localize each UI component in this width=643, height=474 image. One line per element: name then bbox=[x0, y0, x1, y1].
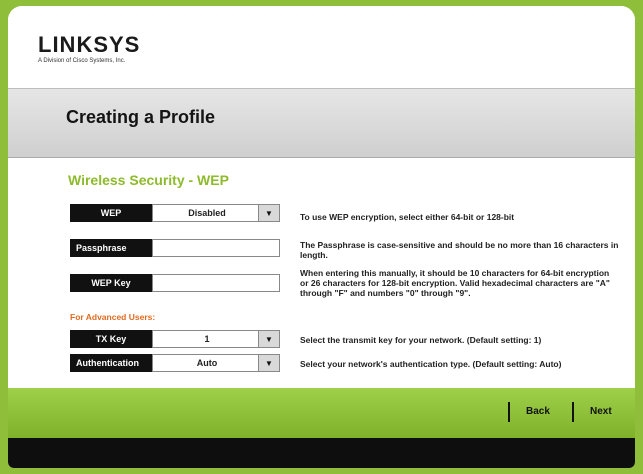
authentication-label: Authentication bbox=[70, 354, 152, 372]
passphrase-label: Passphrase bbox=[70, 239, 152, 257]
tx-key-help: Select the transmit key for your network… bbox=[300, 335, 542, 345]
nav-divider bbox=[572, 402, 574, 422]
passphrase-help: The Passphrase is case-sensitive and sho… bbox=[300, 240, 619, 260]
wizard-window: LINKSYS A Division of Cisco Systems, Inc… bbox=[8, 6, 635, 468]
tx-key-value: 1 bbox=[204, 334, 210, 344]
passphrase-input[interactable] bbox=[152, 239, 280, 257]
authentication-help: Select your network's authentication typ… bbox=[300, 359, 562, 369]
authentication-value: Auto bbox=[196, 358, 218, 368]
wep-key-input[interactable] bbox=[152, 274, 280, 292]
logo-area: LINKSYS A Division of Cisco Systems, Inc… bbox=[8, 6, 635, 88]
chevron-down-icon[interactable]: ▼ bbox=[258, 355, 279, 371]
wep-label: WEP bbox=[70, 204, 152, 222]
page-title: Creating a Profile bbox=[66, 107, 216, 127]
back-button[interactable]: Back bbox=[526, 406, 550, 417]
bottom-bar: Back Next bbox=[8, 388, 635, 438]
authentication-dropdown[interactable]: Auto ▼ bbox=[152, 354, 280, 372]
wep-dropdown[interactable]: Disabled ▼ bbox=[152, 204, 280, 222]
wep-dropdown-value: Disabled bbox=[188, 208, 226, 218]
wep-help: To use WEP encryption, select either 64-… bbox=[300, 212, 515, 222]
footer-bar bbox=[8, 438, 635, 468]
section-title: Wireless Security - WEP bbox=[68, 172, 229, 188]
next-button[interactable]: Next bbox=[590, 406, 612, 417]
advanced-users-heading: For Advanced Users: bbox=[70, 312, 156, 322]
linksys-logo: LINKSYS bbox=[38, 32, 141, 57]
wep-key-help: When entering this manually, it should b… bbox=[300, 268, 610, 298]
tx-key-label: TX Key bbox=[70, 330, 152, 348]
logo-tagline: A Division of Cisco Systems, Inc. bbox=[38, 58, 126, 64]
wep-key-label: WEP Key bbox=[70, 274, 152, 292]
chevron-down-icon[interactable]: ▼ bbox=[258, 205, 279, 221]
nav-divider bbox=[508, 402, 510, 422]
tx-key-dropdown[interactable]: 1 ▼ bbox=[152, 330, 280, 348]
title-band: Creating a Profile bbox=[8, 88, 635, 158]
chevron-down-icon[interactable]: ▼ bbox=[258, 331, 279, 347]
